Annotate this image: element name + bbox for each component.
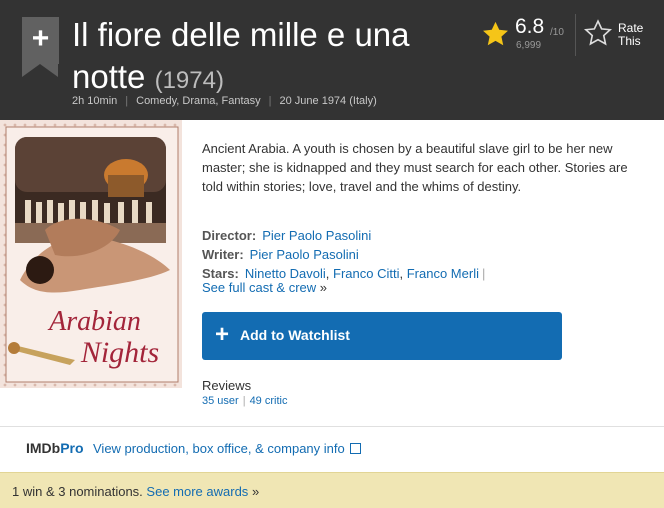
arrow-icon: » [319,280,328,295]
runtime: 2h 10min [72,95,118,107]
star-outline-icon [583,19,613,46]
writer-link[interactable]: Pier Paolo Pasolini [250,247,359,262]
poster-image: Arabian Nights [0,120,182,388]
stars-credit: Stars: Ninetto Davoli, Franco Citti, Fran… [202,266,486,281]
star-link[interactable]: Franco Citti [333,266,399,281]
full-cast-row: See full cast & crew » [202,280,327,295]
imdbpro-link[interactable]: View production, box office, & company i… [93,441,361,456]
add-to-watchlist-ribbon[interactable]: + [22,17,59,77]
see-more-awards-link[interactable]: See more awards [146,484,248,499]
arrow-icon: » [251,484,260,499]
movie-year[interactable]: (1974) [155,67,224,94]
external-link-icon [349,443,361,454]
title-subtext: 2h 10min | Comedy, Drama, Fantasy | 20 June … [72,95,377,107]
imdb-rating: 6.8 /10 6,999 [481,14,571,54]
imdbpro-logo[interactable]: IMDbPro [26,440,84,456]
plus-icon: + [215,321,230,348]
movie-title: Il fiore delle mille e una notte [72,16,410,95]
rate-this-button[interactable]: Rate This [583,18,663,54]
director-link[interactable]: Pier Paolo Pasolini [262,228,371,243]
add-to-watchlist-button[interactable]: + Add to Watchlist [202,312,562,360]
rating-count[interactable]: 6,999 [516,40,541,51]
rate-label: Rate This [618,21,644,48]
rating-max: /10 [550,27,564,38]
plus-icon: + [31,22,50,55]
full-cast-link[interactable]: See full cast & crew [202,280,316,295]
plot-summary: Ancient Arabia. A youth is chosen by a b… [202,141,628,194]
star-icon [483,21,508,46]
divider [0,426,664,427]
page-title: Il fiore delle mille e una notte (1974) [72,14,472,102]
rating-value: 6.8 [515,15,545,38]
poster-title-line2: Nights [80,336,159,369]
divider [575,14,576,56]
star-link[interactable]: Ninetto Davoli [245,266,326,281]
reviews-heading: Reviews [202,378,252,393]
writer-credit: Writer: Pier Paolo Pasolini [202,247,359,262]
awards-bar: 1 win & 3 nominations. See more awards » [0,472,664,508]
movie-poster[interactable]: Arabian Nights [0,120,182,388]
critic-reviews-link[interactable]: 49 critic [250,395,288,407]
reviews-links: 35 user | 49 critic [202,395,288,407]
awards-summary: 1 win & 3 nominations. [12,484,143,499]
poster-title-line1: Arabian [47,306,141,337]
watchlist-label: Add to Watchlist [240,327,350,343]
genres[interactable]: Comedy, Drama, Fantasy [136,95,261,107]
director-credit: Director: Pier Paolo Pasolini [202,228,372,243]
user-reviews-link[interactable]: 35 user [202,395,239,407]
title-header: + Il fiore delle mille e una notte (1974… [0,0,664,120]
release-date[interactable]: 20 June 1974 (Italy) [280,95,377,107]
star-link[interactable]: Franco Merli [407,266,479,281]
